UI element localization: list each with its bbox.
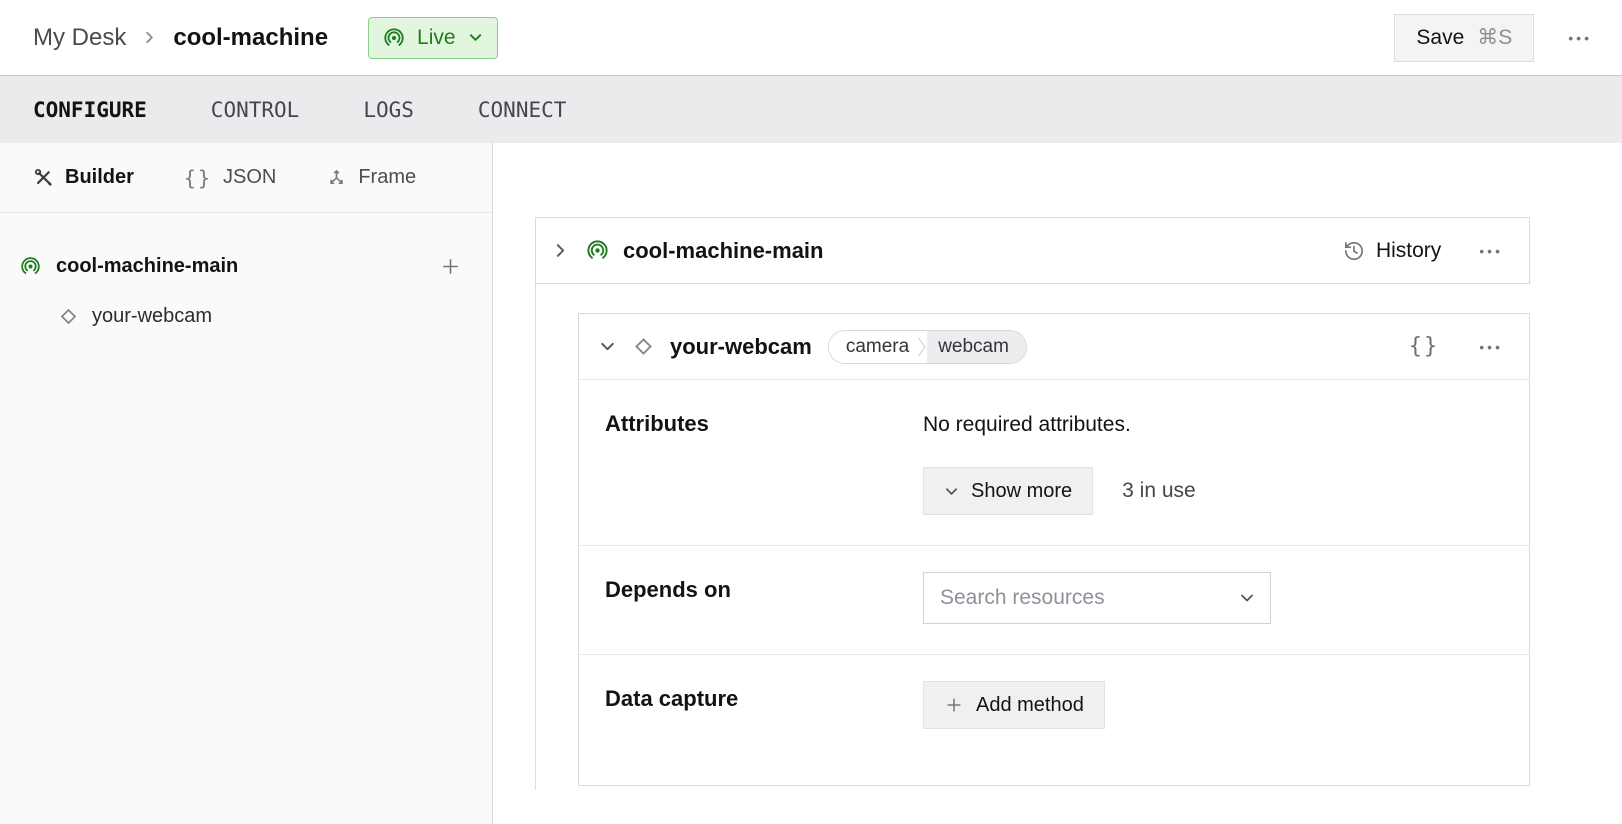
tree-item-label: your-webcam [92,305,212,328]
mode-json[interactable]: {} JSON [184,166,276,190]
attributes-label: Attributes [605,406,923,515]
tab-logs[interactable]: LOGS [363,98,414,122]
mode-builder-label: Builder [65,166,134,189]
more-menu-icon[interactable]: ••• [1479,244,1503,258]
breadcrumb-parent[interactable]: My Desk [33,24,126,52]
tab-connect[interactable]: CONNECT [478,98,567,122]
component-card-webcam: your-webcam camera webcam {} ••• Attribu… [578,313,1530,786]
tree-connector-line [535,284,536,790]
badge-divider-chevron-icon [917,331,927,363]
save-shortcut: ⌘S [1477,25,1512,50]
chevron-down-icon [1239,590,1255,606]
chevron-down-icon [944,484,959,499]
depends-on-select[interactable]: Search resources [923,572,1271,624]
history-clock-icon [1342,239,1366,263]
breadcrumb-current: cool-machine [173,24,328,52]
data-capture-label: Data capture [605,681,923,729]
section-depends-on: Depends on Search resources [579,545,1529,654]
tools-icon [33,167,54,188]
chevron-down-icon [468,30,483,45]
chevron-right-icon [142,30,157,45]
mode-builder[interactable]: Builder [33,166,134,189]
view-mode-switcher: Builder {} JSON Frame [0,143,492,213]
expand-chevron-right-icon[interactable] [552,242,569,259]
add-method-label: Add method [976,694,1084,717]
tab-configure[interactable]: CONFIGURE [33,98,147,122]
frame-axes-icon [326,167,347,188]
plus-icon [944,695,964,715]
braces-icon: {} [184,166,212,190]
mode-frame-label: Frame [358,166,416,189]
more-menu-icon[interactable]: ••• [1479,340,1503,354]
collapse-chevron-down-icon[interactable] [599,338,616,355]
component-type-badge: camera webcam [828,330,1027,364]
machine-part-title: cool-machine-main [623,238,823,264]
depends-on-placeholder: Search resources [940,586,1105,610]
save-label: Save [1416,26,1464,50]
broadcast-icon [20,256,41,277]
machine-part-card: cool-machine-main History ••• [535,217,1530,284]
config-main-area: cool-machine-main History ••• [493,143,1622,824]
attributes-empty-text: No required attributes. [923,406,1503,437]
save-button[interactable]: Save ⌘S [1394,14,1534,62]
show-more-button[interactable]: Show more [923,467,1093,515]
attributes-in-use-count: 3 in use [1122,479,1196,503]
tree-item-component-webcam[interactable]: your-webcam [0,291,492,341]
more-menu-icon[interactable]: ••• [1568,31,1592,45]
add-method-button[interactable]: Add method [923,681,1105,729]
resource-tree: cool-machine-main your-webcam [0,213,492,341]
tree-item-label: cool-machine-main [56,255,439,278]
breadcrumb: My Desk cool-machine Live [33,17,498,59]
badge-type: camera [829,331,917,363]
live-label: Live [417,26,456,50]
broadcast-icon [586,239,609,262]
edit-json-icon[interactable]: {} [1409,334,1440,359]
section-data-capture: Data capture Add method [579,654,1529,785]
tree-item-machine-part[interactable]: cool-machine-main [0,241,492,291]
mode-frame[interactable]: Frame [326,166,416,189]
tab-control[interactable]: CONTROL [211,98,300,122]
badge-model: webcam [927,331,1026,363]
add-resource-icon[interactable] [439,255,462,278]
component-title: your-webcam [670,334,812,360]
broadcast-icon [383,27,405,49]
depends-on-label: Depends on [605,572,923,624]
diamond-icon [631,334,656,359]
config-sidebar: Builder {} JSON Frame [0,143,493,824]
live-status-badge[interactable]: Live [368,17,498,59]
mode-json-label: JSON [223,166,276,189]
section-attributes: Attributes No required attributes. Show … [579,380,1529,545]
show-more-label: Show more [971,480,1072,503]
history-label: History [1376,239,1441,263]
history-button[interactable]: History [1342,239,1441,263]
machine-tab-bar: CONFIGURE CONTROL LOGS CONNECT [0,75,1622,143]
diamond-icon [57,305,80,328]
top-bar: My Desk cool-machine Live Save ⌘S ••• [0,0,1622,75]
